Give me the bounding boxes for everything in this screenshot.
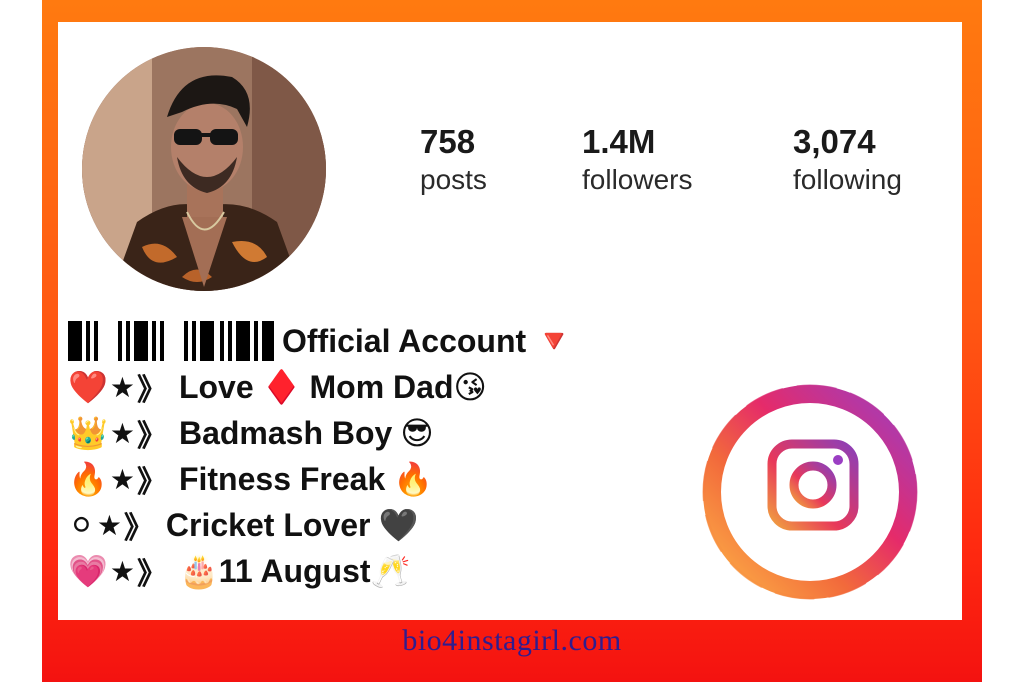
cheers-emoji: 🥂 [370, 553, 411, 589]
bio-birthday-text: 11 August [218, 552, 371, 589]
pink-heart-emoji: 💗 [68, 553, 108, 589]
red-triangle-emoji: 🔻 [534, 323, 575, 359]
bio-line-5: ⚪ ★ 》 Cricket Lover 🖤 [68, 502, 574, 548]
posts-label: posts [420, 164, 487, 195]
avatar-photo [82, 47, 326, 291]
black-heart-emoji: 🖤 [378, 507, 419, 543]
star-icon: ★ [109, 417, 135, 449]
bio-line-6: 💗 ★ 》 🎂 11 August 🥂 [68, 548, 574, 594]
bio-line-4: 🔥 ★ 》 Fitness Freak 🔥 [68, 456, 574, 502]
diamond-emoji: ♦️ [261, 369, 302, 405]
bio-line-2: ❤️ ★ 》 Love ♦️ Mom Dad 😘 [68, 364, 574, 410]
fire-emoji: 🔥 [68, 461, 108, 497]
record-button-emoji: ⚪ [68, 507, 95, 543]
barcode-icon [68, 321, 274, 361]
profile-bio: Official Account 🔻 ❤️ ★ 》 Love ♦️ Mom Da… [68, 318, 574, 594]
sunglasses-emoji: 😎 [400, 415, 434, 451]
instagram-icon [700, 382, 920, 602]
star-icon: ★ [96, 509, 122, 541]
chevron-icon: 》 [123, 512, 154, 545]
followers-label: followers [582, 164, 693, 195]
chevron-icon: 》 [136, 466, 167, 499]
chevron-icon: 》 [136, 420, 167, 453]
bio-line-3: 👑 ★ 》 Badmash Boy 😎 [68, 410, 574, 456]
stat-posts[interactable]: 758 posts [420, 122, 487, 198]
star-icon: ★ [109, 463, 135, 495]
bio-line-1: Official Account 🔻 [68, 318, 574, 364]
star-icon: ★ [109, 555, 135, 587]
bio-badmash-text: Badmash Boy [178, 414, 393, 451]
bio-mom-dad-text: Mom Dad [309, 368, 454, 405]
chevron-icon: 》 [136, 558, 167, 591]
bio-official-text: Official Account [282, 322, 527, 359]
fire-emoji: 🔥 [393, 461, 434, 497]
kiss-emoji: 😘 [453, 369, 487, 405]
posts-count: 758 [420, 123, 476, 160]
following-count: 3,074 [793, 123, 876, 160]
followers-count: 1.4M [582, 123, 656, 160]
bio-fitness-text: Fitness Freak [178, 460, 386, 497]
stat-followers[interactable]: 1.4M followers [582, 122, 692, 198]
stat-following[interactable]: 3,074 following [793, 122, 902, 198]
cake-emoji: 🎂 [178, 553, 219, 589]
star-icon: ★ [109, 371, 135, 403]
bio-cricket-text: Cricket Lover [165, 506, 371, 543]
bio-love-text: Love [178, 368, 254, 405]
chevron-icon: 》 [136, 374, 167, 407]
footer-website[interactable]: bio4instagirl.com [0, 624, 1024, 658]
crown-emoji: 👑 [68, 415, 108, 451]
profile-avatar[interactable] [82, 47, 326, 291]
following-label: following [793, 164, 902, 195]
heart-emoji: ❤️ [68, 369, 108, 405]
